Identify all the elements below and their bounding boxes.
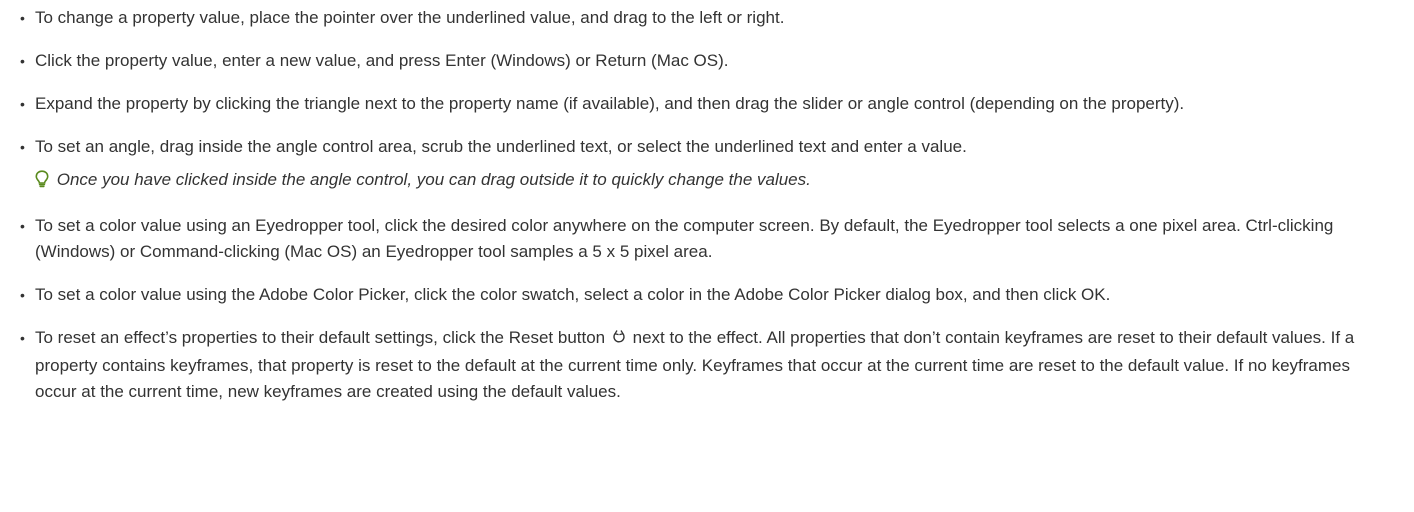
lightbulb-icon: [35, 170, 49, 196]
step-text: Click the property value, enter a new va…: [35, 51, 729, 70]
step-text: To change a property value, place the po…: [35, 8, 785, 27]
list-item: • Click the property value, enter a new …: [20, 48, 1394, 74]
bullet: •: [20, 287, 25, 303]
tip-note: Once you have clicked inside the angle c…: [20, 167, 1394, 196]
bullet: •: [20, 53, 25, 69]
list-item: • To reset an effect’s properties to the…: [20, 325, 1394, 405]
list-item: • Expand the property by clicking the tr…: [20, 91, 1394, 117]
step-text: To set a color value using the Adobe Col…: [35, 285, 1111, 304]
steps-list-continued: • To set a color value using an Eyedropp…: [20, 213, 1394, 405]
step-text: To set an angle, drag inside the angle c…: [35, 137, 967, 156]
list-item: • To change a property value, place the …: [20, 5, 1394, 31]
list-item: • To set a color value using an Eyedropp…: [20, 213, 1394, 265]
steps-list: • To change a property value, place the …: [20, 5, 1394, 160]
bullet: •: [20, 330, 25, 346]
list-item: • To set a color value using the Adobe C…: [20, 282, 1394, 308]
list-item: • To set an angle, drag inside the angle…: [20, 134, 1394, 160]
bullet: •: [20, 139, 25, 155]
bullet: •: [20, 96, 25, 112]
document-body: • To change a property value, place the …: [0, 0, 1414, 405]
step-text: Expand the property by clicking the tria…: [35, 94, 1185, 113]
reset-icon: [612, 327, 626, 353]
step-text-before: To reset an effect’s properties to their…: [35, 328, 606, 347]
bullet: •: [20, 218, 25, 234]
tip-text: Once you have clicked inside the angle c…: [56, 170, 811, 189]
step-text: To set a color value using an Eyedropper…: [35, 216, 1334, 261]
bullet: •: [20, 10, 25, 26]
